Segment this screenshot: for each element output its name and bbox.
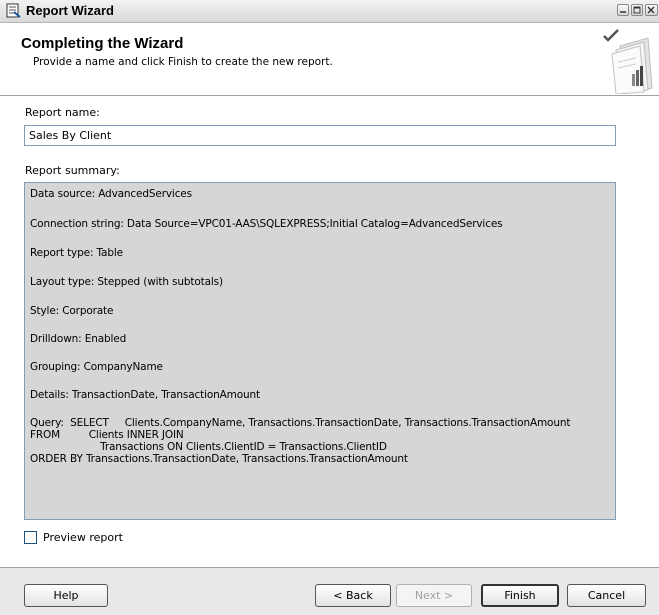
report-wizard-icon	[6, 3, 21, 18]
wizard-checkmark-graphic	[598, 28, 656, 95]
window-title: Report Wizard	[26, 3, 114, 18]
cancel-button[interactable]: Cancel	[567, 584, 646, 607]
summary-line: ORDER BY Transactions.TransactionDate, T…	[30, 453, 408, 465]
preview-report-label[interactable]: Preview report	[43, 531, 123, 544]
close-icon[interactable]	[645, 4, 658, 16]
summary-line: Style: Corporate	[30, 305, 114, 317]
summary-line: Report type: Table	[30, 247, 123, 259]
minimize-icon[interactable]	[617, 4, 629, 16]
wizard-header: Completing the Wizard Provide a name and…	[0, 23, 659, 96]
page-subtitle: Provide a name and click Finish to creat…	[33, 56, 333, 68]
report-summary-label: Report summary:	[25, 164, 120, 177]
report-wizard-window: Report Wizard Completing the Wizard Prov…	[0, 0, 659, 615]
next-button[interactable]: Next >	[396, 584, 472, 607]
preview-report-checkbox[interactable]	[24, 531, 37, 544]
report-name-input[interactable]: Sales By Client	[24, 125, 616, 146]
help-button[interactable]: Help	[24, 584, 108, 607]
finish-button[interactable]: Finish	[481, 584, 559, 607]
report-summary-box[interactable]: Data source: AdvancedServices Connection…	[24, 182, 616, 520]
title-bar[interactable]: Report Wizard	[0, 0, 659, 23]
summary-line: Query: SELECT Clients.CompanyName, Trans…	[30, 417, 571, 429]
page-title: Completing the Wizard	[21, 35, 184, 52]
summary-line: Connection string: Data Source=VPC01-AAS…	[30, 218, 503, 230]
summary-line: Data source: AdvancedServices	[30, 188, 192, 200]
summary-line: FROM Clients INNER JOIN	[30, 429, 184, 441]
maximize-icon[interactable]	[631, 4, 643, 16]
summary-line: Details: TransactionDate, TransactionAmo…	[30, 389, 260, 401]
report-name-label: Report name:	[25, 106, 100, 119]
back-button[interactable]: < Back	[315, 584, 391, 607]
summary-line: Layout type: Stepped (with subtotals)	[30, 276, 223, 288]
summary-line: Transactions ON Clients.ClientID = Trans…	[30, 441, 387, 453]
summary-line: Drilldown: Enabled	[30, 333, 127, 345]
summary-line: Grouping: CompanyName	[30, 361, 163, 373]
